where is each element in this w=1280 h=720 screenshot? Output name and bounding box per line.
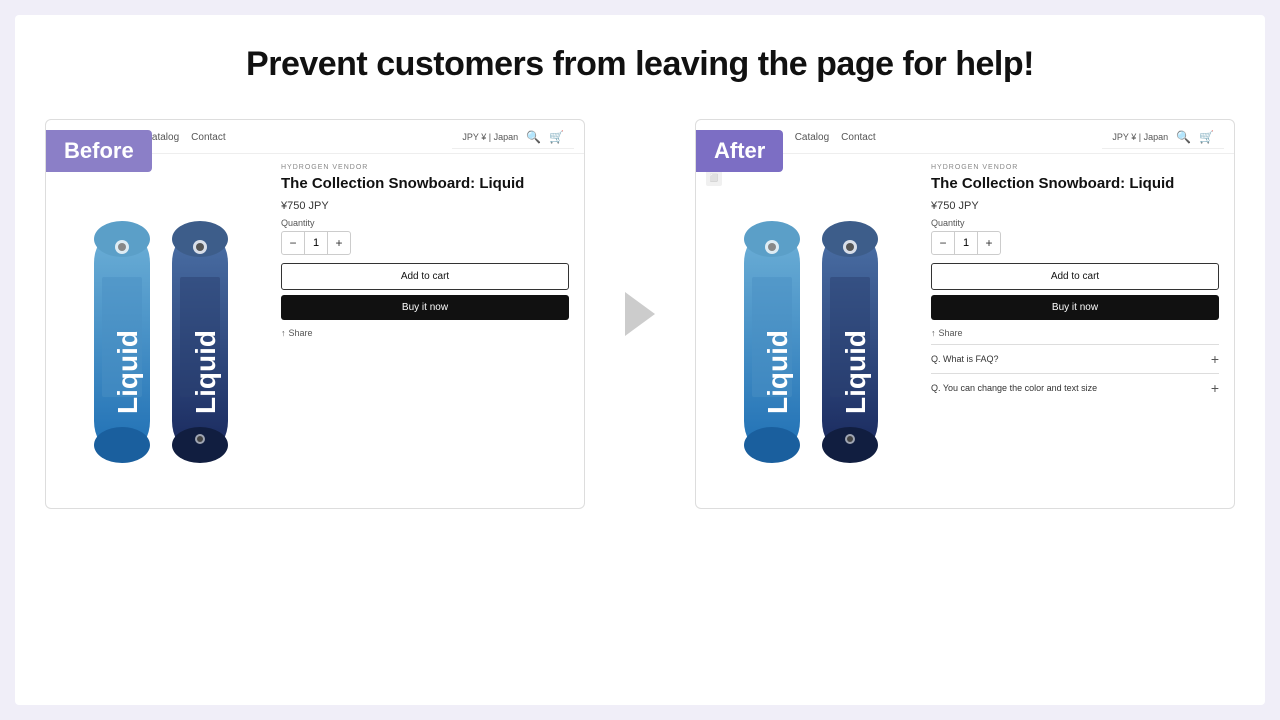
before-qty-plus[interactable]: + — [328, 232, 350, 254]
faq-item-2[interactable]: Q. You can change the color and text siz… — [931, 373, 1219, 402]
before-share-text: Share — [289, 328, 313, 338]
before-currency[interactable]: JPY ¥ | Japan — [462, 132, 518, 142]
before-share-link[interactable]: ↑ Share — [281, 328, 569, 338]
after-product-price: ¥750 JPY — [931, 200, 1219, 212]
after-currency[interactable]: JPY ¥ | Japan — [1112, 132, 1168, 142]
before-snowboard-images: Liquid — [86, 197, 236, 467]
snowboard-1: Liquid — [86, 217, 158, 467]
before-product-images: Liquid — [56, 164, 266, 500]
after-badge: After — [696, 130, 783, 172]
before-qty-value: 1 — [304, 232, 328, 254]
headline: Prevent customers from leaving the page … — [246, 45, 1034, 84]
snowboard-2: Liquid — [164, 217, 236, 467]
before-search-icon[interactable]: 🔍 — [526, 130, 541, 144]
after-product-title: The Collection Snowboard: Liquid — [931, 174, 1219, 194]
arrow-container — [615, 292, 665, 336]
before-qty-minus[interactable]: − — [282, 232, 304, 254]
after-qty-control: − 1 + — [931, 231, 1001, 255]
after-qty-value: 1 — [954, 232, 978, 254]
after-nav-catalog[interactable]: Catalog — [795, 132, 829, 143]
after-product-info: HYDROGEN VENDOR The Collection Snowboard… — [926, 164, 1224, 500]
comparison-row: Before Home Catalog Contact JPY ¥ | Japa… — [35, 119, 1245, 509]
before-qty-label: Quantity — [281, 218, 569, 228]
after-snowboard-2: Liquid — [814, 217, 886, 467]
after-nav-contact[interactable]: Contact — [841, 132, 875, 143]
svg-text:Liquid: Liquid — [190, 330, 221, 414]
before-product-area: Liquid — [46, 154, 584, 509]
before-vendor: HYDROGEN VENDOR — [281, 164, 569, 171]
faq-question-1: Q. What is FAQ? — [931, 354, 999, 364]
before-buy-now-button[interactable]: Buy it now — [281, 295, 569, 320]
after-share-icon: ↑ — [931, 328, 936, 338]
svg-text:Liquid: Liquid — [762, 330, 793, 414]
after-thumbnail-indicator: ⬜ — [706, 170, 722, 186]
comparison-arrow — [625, 292, 655, 336]
after-share-link[interactable]: ↑ Share — [931, 328, 1219, 338]
after-qty-label: Quantity — [931, 218, 1219, 228]
before-badge: Before — [46, 130, 152, 172]
after-snowboard-images: Liquid — [736, 197, 886, 467]
after-panel: After Home Catalog Contact JPY ¥ | Japan… — [695, 119, 1235, 509]
after-qty-plus[interactable]: + — [978, 232, 1000, 254]
faq-section: Q. What is FAQ? + Q. You can change the … — [931, 344, 1219, 402]
after-snowboard-1: Liquid — [736, 217, 808, 467]
after-buy-now-button[interactable]: Buy it now — [931, 295, 1219, 320]
after-vendor: HYDROGEN VENDOR — [931, 164, 1219, 171]
after-product-area: ⬜ — [696, 154, 1234, 509]
after-add-to-cart-button[interactable]: Add to cart — [931, 263, 1219, 290]
before-product-price: ¥750 JPY — [281, 200, 569, 212]
svg-text:Liquid: Liquid — [840, 330, 871, 414]
before-panel: Before Home Catalog Contact JPY ¥ | Japa… — [45, 119, 585, 509]
before-nav-right: JPY ¥ | Japan 🔍 🛒 — [452, 126, 574, 149]
faq-question-2: Q. You can change the color and text siz… — [931, 383, 1097, 393]
share-icon: ↑ — [281, 328, 286, 338]
before-product-info: HYDROGEN VENDOR The Collection Snowboard… — [276, 164, 574, 500]
faq-item-1[interactable]: Q. What is FAQ? + — [931, 344, 1219, 373]
main-content: Prevent customers from leaving the page … — [15, 15, 1265, 705]
before-add-to-cart-button[interactable]: Add to cart — [281, 263, 569, 290]
before-cart-icon[interactable]: 🛒 — [549, 130, 564, 144]
after-product-images: ⬜ — [706, 164, 916, 500]
before-nav-contact[interactable]: Contact — [191, 132, 225, 143]
svg-text:Liquid: Liquid — [112, 330, 143, 414]
after-share-text: Share — [939, 328, 963, 338]
after-qty-minus[interactable]: − — [932, 232, 954, 254]
after-search-icon[interactable]: 🔍 — [1176, 130, 1191, 144]
faq-plus-2[interactable]: + — [1211, 380, 1219, 396]
before-product-title: The Collection Snowboard: Liquid — [281, 174, 569, 194]
after-nav-right: JPY ¥ | Japan 🔍 🛒 — [1102, 126, 1224, 149]
after-cart-icon[interactable]: 🛒 — [1199, 130, 1214, 144]
faq-plus-1[interactable]: + — [1211, 351, 1219, 367]
before-qty-control: − 1 + — [281, 231, 351, 255]
